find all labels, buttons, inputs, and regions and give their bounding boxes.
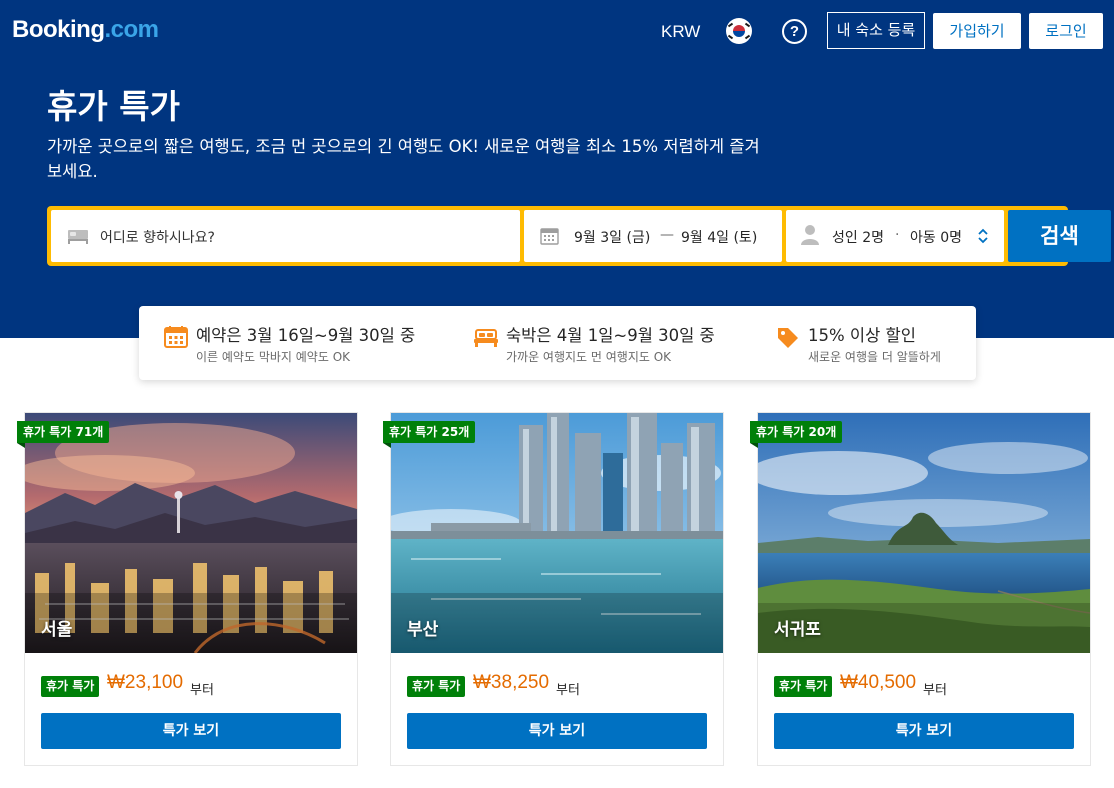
search-button[interactable]: 검색 (1008, 210, 1111, 262)
trigram-mark (744, 22, 751, 28)
price-value: ₩23,100 (107, 672, 184, 693)
info-title: 숙박은 4월 1일~9월 30일 중 (506, 326, 715, 345)
trigram-mark (727, 22, 734, 28)
page-title: 휴가 특가 (47, 87, 180, 126)
info-description: 이른 예약도 막바지 예약도 OK (196, 350, 351, 364)
login-button[interactable]: 로그인 (1029, 13, 1103, 49)
price-value: ₩38,250 (473, 672, 550, 693)
deal-badge: 휴가 특가 (407, 676, 466, 697)
destination-input[interactable]: 어디로 향하시나요? (51, 210, 520, 262)
signup-button[interactable]: 가입하기 (933, 13, 1021, 49)
trigram-mark (744, 34, 751, 40)
deal-badge: 휴가 특가 (41, 676, 100, 697)
bed-icon (68, 230, 88, 244)
deal-card-seoul[interactable]: 휴가 특가 71개 서울 휴가 특가 ₩23,100 부터 특가 보기 (17, 412, 358, 766)
korea-flag-icon[interactable] (726, 18, 752, 44)
info-stay-period: 숙박은 4월 1일~9월 30일 중 가까운 여행지도 먼 여행지도 OK (474, 322, 764, 366)
taeguk-circle (733, 25, 745, 37)
info-description: 가까운 여행지도 먼 여행지도 OK (506, 350, 672, 364)
busan-photo[interactable] (391, 413, 723, 653)
logo-main-text: Booking (12, 16, 105, 43)
deal-count-ribbon: 휴가 특가 20개 (750, 421, 843, 448)
person-icon (801, 225, 819, 245)
trigram-mark (727, 34, 734, 40)
price-value: ₩40,500 (840, 672, 917, 693)
bed-icon (474, 329, 498, 347)
promo-info-box: 예약은 3월 16일~9월 30일 중 이른 예약도 막바지 예약도 OK 숙박… (139, 306, 976, 380)
deal-card-seogwipo[interactable]: 휴가 특가 20개 서귀포 휴가 특가 ₩40,500 부터 특가 보기 (750, 412, 1091, 766)
view-deals-button[interactable]: 특가 보기 (41, 713, 341, 749)
deal-count-ribbon: 휴가 특가 25개 (383, 421, 476, 448)
view-deals-button[interactable]: 특가 보기 (407, 713, 707, 749)
currency-selector[interactable]: KRW (661, 22, 700, 42)
search-bar: 어디로 향하시나요? 9월 3일 (금) — 9월 4일 (토) 성인 2명 ·… (47, 206, 1111, 266)
info-discount: 15% 이상 할인 새로운 여행을 더 알뜰하게 (776, 322, 976, 366)
date-separator: — (660, 227, 674, 243)
seoul-photo[interactable] (25, 413, 357, 653)
city-name: 부산 (407, 620, 439, 640)
list-property-button[interactable]: 내 숙소 등록 (827, 12, 925, 49)
info-description: 새로운 여행을 더 알뜰하게 (808, 350, 941, 364)
help-icon[interactable]: ? (782, 19, 807, 44)
deal-card-busan[interactable]: 휴가 특가 25개 부산 휴가 특가 ₩38,250 부터 특가 보기 (383, 412, 724, 766)
price-from-label: 부터 (556, 683, 580, 698)
tag-icon (778, 328, 798, 348)
destination-placeholder: 어디로 향하시나요? (100, 230, 215, 246)
info-booking-period: 예약은 3월 16일~9월 30일 중 이른 예약도 막바지 예약도 OK (164, 322, 454, 366)
date-picker[interactable]: 9월 3일 (금) — 9월 4일 (토) (524, 210, 782, 262)
guest-selector[interactable]: 성인 2명 · 아동 0명 (786, 210, 1004, 262)
price-from-label: 부터 (923, 683, 947, 698)
city-name: 서귀포 (774, 620, 821, 640)
info-title: 예약은 3월 16일~9월 30일 중 (196, 326, 416, 345)
calendar-icon (164, 326, 188, 348)
price-from-label: 부터 (190, 683, 214, 698)
deal-count-ribbon: 휴가 특가 71개 (17, 421, 110, 448)
deal-badge: 휴가 특가 (774, 676, 833, 697)
children-count: 아동 0명 (910, 230, 962, 246)
calendar-icon (540, 228, 559, 245)
guest-separator: · (895, 227, 900, 243)
info-title: 15% 이상 할인 (808, 326, 916, 345)
booking-logo[interactable]: Booking.com (12, 16, 159, 44)
page-subtitle: 가까운 곳으로의 짧은 여행도, 조금 먼 곳으로의 긴 여행도 OK! 새로운… (47, 137, 760, 181)
checkin-date: 9월 3일 (금) (574, 230, 651, 246)
checkout-date: 9월 4일 (토) (681, 230, 758, 246)
city-name: 서울 (41, 620, 73, 640)
chevron-updown-icon (978, 228, 988, 244)
adults-count: 성인 2명 (832, 230, 884, 246)
view-deals-button[interactable]: 특가 보기 (774, 713, 1074, 749)
logo-suffix-text: .com (104, 16, 160, 43)
